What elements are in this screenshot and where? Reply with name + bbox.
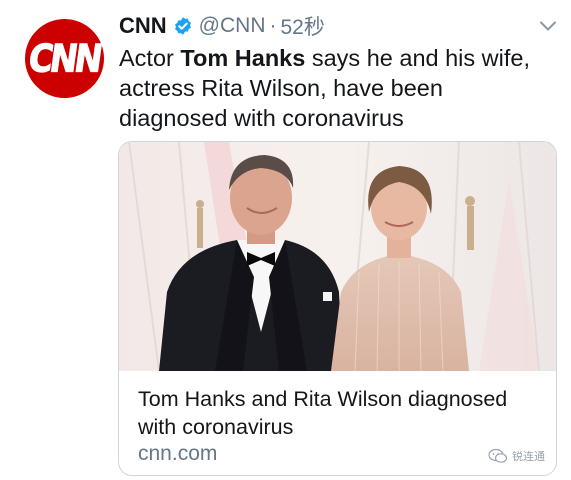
card-domain[interactable]: cnn.com xyxy=(138,442,217,466)
tweet[interactable]: CNN CNN @CNN · 52秒 Actor Tom Hanks says … xyxy=(0,0,571,480)
watermark-text: 锐连通 xyxy=(512,450,545,463)
tweet-header: CNN @CNN · 52秒 xyxy=(119,10,325,42)
timestamp[interactable]: 52秒 xyxy=(281,11,325,41)
chevron-down-icon[interactable] xyxy=(538,16,558,36)
tweet-text-prefix: Actor xyxy=(119,45,181,71)
tweet-text: Actor Tom Hanks says he and his wife, ac… xyxy=(119,43,559,133)
watermark: 锐连通 xyxy=(488,446,545,466)
verified-badge-icon xyxy=(174,17,191,35)
author-name[interactable]: CNN xyxy=(119,13,167,39)
wechat-icon xyxy=(488,448,508,463)
avatar[interactable]: CNN xyxy=(25,19,104,98)
link-card[interactable]: Tom Hanks and Rita Wilson diagnosed with… xyxy=(118,141,557,476)
card-title[interactable]: Tom Hanks and Rita Wilson diagnosed with… xyxy=(138,385,538,441)
header-separator: · xyxy=(269,14,277,37)
card-image[interactable] xyxy=(119,142,556,371)
tweet-text-bold[interactable]: Tom Hanks xyxy=(180,45,305,71)
author-handle[interactable]: @CNN xyxy=(199,14,266,38)
cnn-logo: CNN xyxy=(26,36,104,82)
